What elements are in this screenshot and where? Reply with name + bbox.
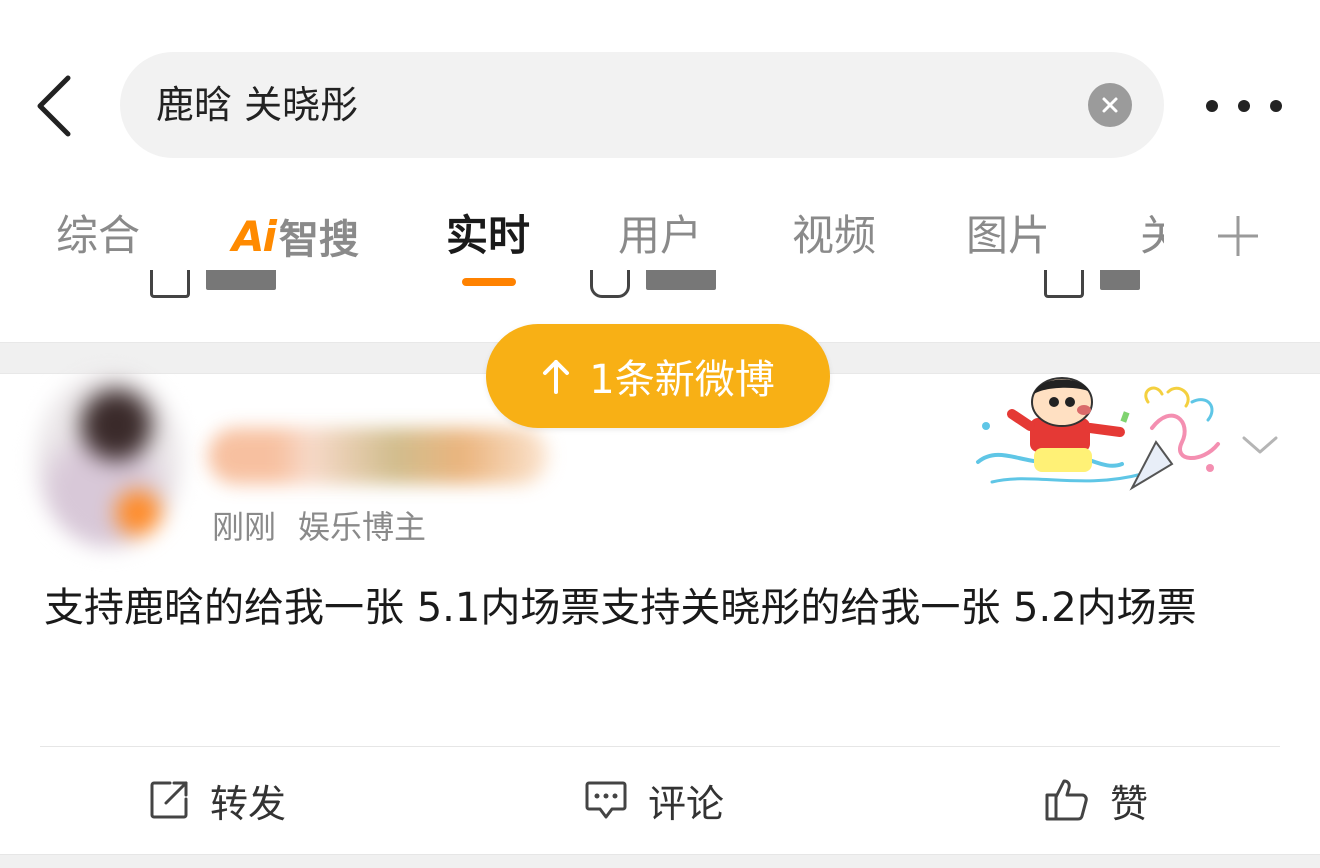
more-icon bbox=[1206, 100, 1218, 112]
avatar[interactable] bbox=[36, 372, 182, 548]
prev-like-ghost bbox=[1044, 270, 1204, 310]
like-label: 赞 bbox=[1110, 781, 1149, 826]
tab-more-cut[interactable]: 关 bbox=[1140, 208, 1164, 264]
comment-icon bbox=[585, 781, 627, 819]
feed-bottom-separator bbox=[0, 854, 1320, 868]
like-icon bbox=[1045, 779, 1088, 821]
prev-comment-ghost bbox=[590, 270, 750, 310]
clear-icon bbox=[1102, 97, 1118, 113]
post-content[interactable]: 支持鹿晗的给我一张 5.1内场票支持关晓彤的给我一张 5.2内场票 bbox=[44, 572, 1274, 644]
tab-realtime[interactable]: 实时 bbox=[446, 208, 530, 264]
previous-post-actions bbox=[0, 270, 1320, 310]
tab-comprehensive[interactable]: 综合 bbox=[56, 208, 140, 264]
chevron-down-icon[interactable] bbox=[1240, 432, 1280, 458]
clear-search-button[interactable] bbox=[1088, 83, 1132, 127]
tab-videos[interactable]: 视频 bbox=[792, 208, 876, 264]
back-button[interactable] bbox=[30, 74, 78, 138]
add-tab-icon[interactable] bbox=[1214, 212, 1262, 260]
tab-images[interactable]: 图片 bbox=[966, 208, 1050, 264]
like-button[interactable]: 赞 bbox=[1044, 770, 1148, 830]
user-nickname-blurred[interactable] bbox=[208, 428, 548, 484]
arrow-up-icon bbox=[543, 360, 570, 394]
new-posts-button[interactable]: 1条新微博 bbox=[486, 324, 830, 428]
cartoon-sticker bbox=[976, 377, 1220, 491]
search-input[interactable]: 鹿晗 关晓彤 bbox=[156, 52, 358, 158]
repost-label: 转发 bbox=[210, 781, 287, 826]
comment-button[interactable]: 评论 bbox=[584, 770, 724, 830]
more-button[interactable] bbox=[1206, 86, 1282, 126]
back-arrow-icon bbox=[37, 75, 71, 137]
repost-icon bbox=[150, 781, 188, 819]
post-source: 娱乐博主 bbox=[298, 508, 427, 546]
post-divider bbox=[40, 746, 1280, 747]
search-box[interactable]: 鹿晗 关晓彤 bbox=[120, 52, 1164, 158]
repost-button[interactable]: 转发 bbox=[148, 770, 286, 830]
ai-logo: Ai bbox=[232, 211, 277, 261]
post-meta: 刚刚 娱乐博主 bbox=[212, 502, 426, 548]
prev-repost-ghost bbox=[150, 270, 310, 310]
comment-label: 评论 bbox=[648, 781, 725, 826]
tab-ai-search-label: 智搜 bbox=[278, 217, 359, 263]
post-time: 刚刚 bbox=[212, 508, 277, 546]
tab-users[interactable]: 用户 bbox=[618, 208, 702, 264]
new-posts-label: 1条新微博 bbox=[589, 357, 775, 403]
tab-ai-search[interactable]: Ai 智搜 bbox=[232, 208, 359, 264]
